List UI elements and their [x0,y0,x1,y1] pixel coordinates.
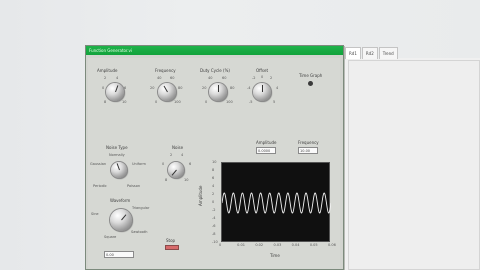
freq-scale: 20 [150,86,155,90]
noise-type-option: Periodic [93,184,107,188]
y-tick-label: 8 [212,168,215,172]
noise-type-option: Uniform [132,162,146,166]
offset-knob-label: Offset [256,68,269,73]
x-tick-label: 0.02 [255,243,264,247]
offset-knob[interactable] [253,83,271,101]
noise-type-knob[interactable] [111,162,127,178]
freq-scale: 60 [170,76,175,80]
y-tick-label: 2 [212,192,215,196]
background-content [348,60,480,270]
freq-scale: 40 [157,76,162,80]
amp-scale: 0 [102,86,105,90]
amp-scale: 10 [122,100,127,104]
freq-scale: 100 [174,100,181,104]
frequency-out-label: Frequency [298,140,319,145]
x-tick-label: 0.03 [273,243,282,247]
noise-type-option: Normally [109,153,125,157]
waveform-graph [221,162,331,242]
offset-scale: 2 [270,76,273,80]
offset-scale: 4 [276,86,279,90]
noise-type-option: Gaussian [90,162,107,166]
frequency-knob-label: Frequency [155,68,176,73]
output-field[interactable]: 0.00 [104,251,134,258]
noise-knob-label: Noise [172,145,184,150]
noise-type-knob-label: Noise Type [106,145,128,150]
waveform-option: Triangular [132,206,150,210]
noise-scale: 6 [189,162,192,166]
background-tabs: Rd1 Rd2 Trend [345,47,399,59]
x-tick-label: 0 [219,243,222,247]
stop-button[interactable] [165,245,179,250]
x-tick-label: 0.06 [328,243,336,247]
x-tick-label: 0.05 [309,243,318,247]
tab-trend[interactable]: Trend [378,47,398,59]
y-tick-label: -6 [212,224,216,228]
y-tick-label: -2 [212,208,216,212]
y-tick-label: -8 [212,232,216,236]
time-graph-led[interactable] [308,81,313,86]
y-tick-label: 0 [212,200,215,204]
vi-titlebar[interactable]: Function Generator.vi [86,46,343,55]
amp-scale: 8 [104,100,107,104]
freq-scale: 80 [178,86,183,90]
waveform-option: Square [104,235,117,239]
duty-cycle-knob-label: Duty Cycle (%) [200,68,230,73]
amplitude-knob[interactable] [106,83,124,101]
freq-scale: 0 [155,100,158,104]
amp-scale: 4 [116,76,119,80]
amp-scale: 6 [124,86,127,90]
offset-scale: -4 [247,86,251,90]
y-tick-label: 4 [212,184,215,188]
offset-scale: 5 [273,100,276,104]
amplitude-out-field: 0.0000 [256,147,276,154]
duty-scale: 40 [208,76,213,80]
graph-xlabel: Time [270,253,280,258]
duty-cycle-knob[interactable] [209,83,227,101]
duty-scale: 20 [202,86,207,90]
time-graph-label: Time Graph [299,73,323,78]
waveform-option: Sine [91,212,99,216]
noise-scale: 8 [165,178,168,182]
waveform-series-line [222,192,331,214]
noise-scale: 10 [184,178,189,182]
vi-title: Function Generator.vi [89,48,132,53]
duty-scale: 100 [226,100,233,104]
offset-scale: 0 [261,75,264,79]
y-tick-label: 10 [212,160,217,164]
duty-scale: 0 [205,100,208,104]
x-tick-label: 0.01 [237,243,245,247]
amplitude-out-label: Amplitude [256,140,277,145]
noise-scale: 2 [170,153,173,157]
noise-type-option: Poisson [127,184,141,188]
noise-scale: 4 [181,153,184,157]
waveform-knob-label: Waveform [110,198,131,203]
amplitude-knob-label: Amplitude [97,68,118,73]
duty-scale: 60 [222,76,227,80]
stop-label: Stop [166,238,176,243]
x-tick-label: 0.04 [291,243,300,247]
tab-rd1[interactable]: Rd1 [345,47,361,59]
noise-scale: 0 [162,162,165,166]
offset-scale: -2 [252,76,256,80]
graph-ylabel: Amplitude [198,185,203,207]
waveform-plot [222,192,331,214]
tab-rd2[interactable]: Rd2 [361,47,378,59]
offset-scale: -5 [249,100,253,104]
y-tick-label: -10 [212,240,218,244]
noise-knob[interactable] [168,162,184,178]
waveform-option: Sawtooth [131,230,148,234]
waveform-knob[interactable] [110,209,132,231]
y-tick-label: -4 [212,216,216,220]
duty-scale: 80 [230,86,235,90]
y-tick-label: 6 [212,176,215,180]
amp-scale: 2 [104,76,107,80]
frequency-knob[interactable] [158,83,176,101]
frequency-out-field: 10.00 [298,147,318,154]
